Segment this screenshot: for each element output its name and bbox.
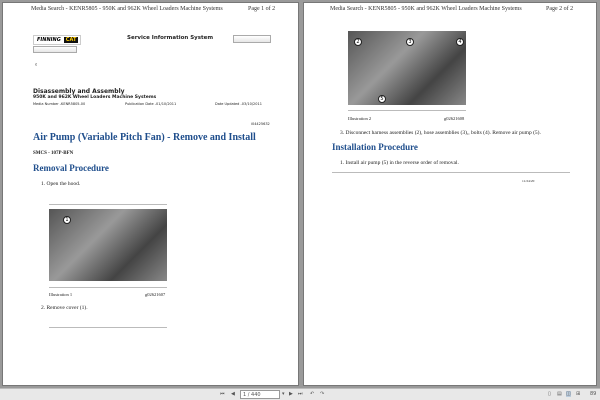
- illustration-id: g02621607: [145, 292, 166, 297]
- two-page-continuous-icon[interactable]: ⊞: [576, 391, 580, 397]
- divider: [49, 327, 167, 328]
- forward-view-icon[interactable]: ↷: [320, 391, 324, 397]
- install-step-1: 1. Install air pump (5) in the reverse o…: [340, 160, 459, 166]
- callout-2: 2: [354, 38, 362, 46]
- page-footer: 11/24/20: [522, 179, 535, 183]
- doc-id: i04425632: [251, 122, 270, 126]
- illustration-id: g02621608: [444, 116, 465, 121]
- installation-heading: Installation Procedure: [332, 142, 418, 152]
- next-page-icon[interactable]: ▶: [289, 391, 293, 397]
- callout-1: 1: [63, 216, 71, 224]
- divider: [348, 110, 466, 111]
- mark: ¢: [35, 62, 37, 67]
- pdf-page-2: Media Search - KENR5805 - 950K and 962K …: [303, 2, 597, 386]
- page-dropdown-icon[interactable]: ▾: [282, 391, 285, 397]
- page-header: Media Search - KENR5805 - 950K and 962K …: [31, 6, 223, 12]
- sis-title: Service Information System: [127, 35, 214, 41]
- publication-date: Publication Date -01/10/2011: [125, 102, 177, 106]
- finning-cat-logo: FINNING CAT: [33, 35, 81, 45]
- last-page-icon[interactable]: ⏭: [298, 391, 303, 397]
- divider: [49, 287, 167, 288]
- illustration-2-photo: 2 3 4 5: [348, 31, 466, 105]
- page-number: Page 1 of 2: [248, 6, 276, 12]
- divider: [49, 204, 167, 205]
- step-1: 1. Open the hood.: [41, 181, 81, 187]
- two-page-icon[interactable]: ◫: [566, 391, 571, 397]
- subsection-title: 950K and 962K Wheel Loaders Machine Syst…: [33, 95, 157, 100]
- prev-page-icon[interactable]: ◀: [231, 391, 235, 397]
- continuous-page-icon[interactable]: ▤: [557, 391, 562, 397]
- sis-box: [233, 35, 271, 43]
- first-page-icon[interactable]: ⏮: [220, 391, 225, 397]
- pdf-toolbar: ⏮ ◀ 1 / 440 ▾ ▶ ⏭ ↶ ↷ ▯ ▤ ◫ ⊞ 89: [0, 388, 600, 400]
- media-number: Media Number -KENR5805-00: [33, 102, 86, 106]
- step-3: 3. Disconnect harness assemblies (2), ho…: [340, 130, 541, 136]
- date-updated: Date Updated -03/10/2011: [215, 102, 262, 106]
- callout-3: 3: [406, 38, 414, 46]
- callout-5: 5: [378, 95, 386, 103]
- smcs-code: SMCS - 107P-BFN: [33, 151, 74, 156]
- page-number: Page 2 of 2: [546, 6, 574, 12]
- step-2: 2. Remove cover (1).: [41, 305, 88, 311]
- page-number-input[interactable]: 1 / 440: [240, 390, 280, 399]
- illustration-1-photo: 1: [49, 209, 167, 281]
- logo-text: FINNING: [37, 37, 61, 43]
- zoom-level[interactable]: 89: [590, 391, 596, 397]
- removal-heading: Removal Procedure: [33, 163, 109, 173]
- illustration-label: Illustration 2: [348, 116, 372, 121]
- callout-4: 4: [456, 38, 464, 46]
- doc-title: Air Pump (Variable Pitch Fan) - Remove a…: [33, 132, 256, 143]
- logo-frame: [33, 46, 77, 53]
- illustration-label: Illustration 1: [49, 292, 73, 297]
- page-header: Media Search - KENR5805 - 950K and 962K …: [330, 6, 522, 12]
- pdf-page-1: Media Search - KENR5805 - 950K and 962K …: [2, 2, 299, 386]
- section-title: Disassembly and Assembly: [33, 88, 125, 95]
- back-view-icon[interactable]: ↶: [310, 391, 314, 397]
- logo-cat: CAT: [63, 37, 79, 43]
- divider: [332, 172, 570, 173]
- single-page-icon[interactable]: ▯: [548, 391, 551, 397]
